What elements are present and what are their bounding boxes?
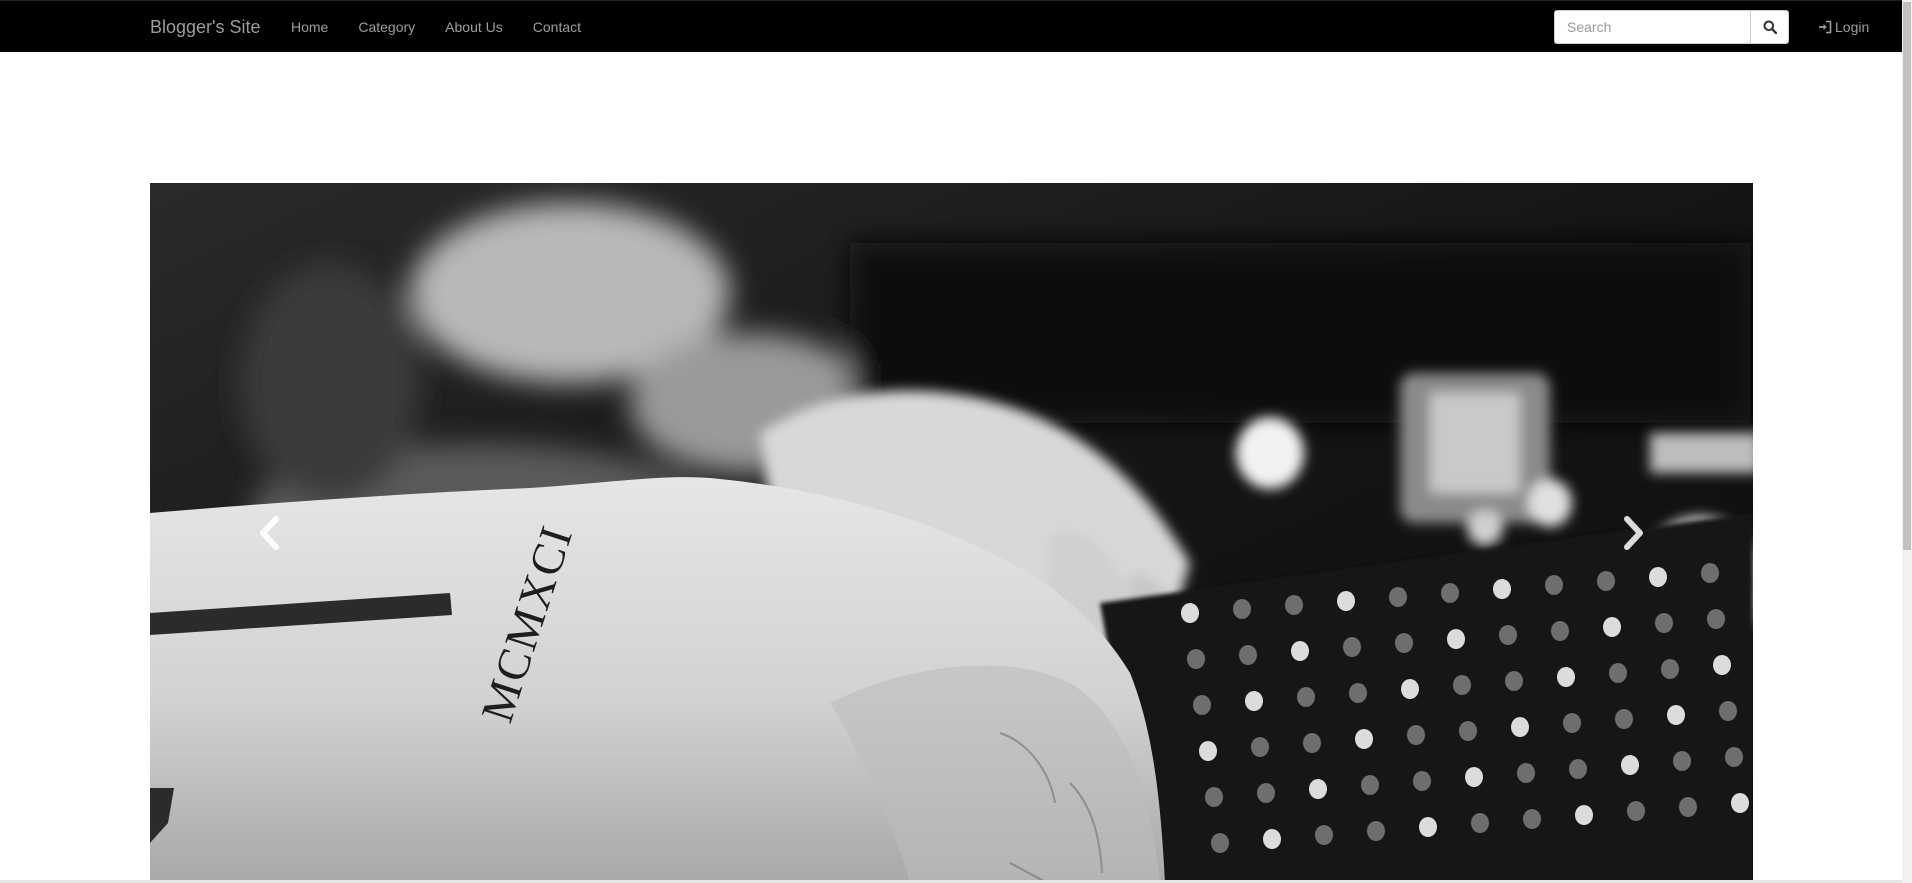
nav-link-contact[interactable]: Contact: [518, 1, 596, 53]
search-button[interactable]: [1750, 10, 1789, 44]
login-link[interactable]: Login: [1818, 1, 1869, 53]
brand-link[interactable]: Blogger's Site: [150, 16, 261, 38]
mixer-knob: [1355, 729, 1373, 749]
nav-link-category[interactable]: Category: [343, 1, 430, 53]
login-label: Login: [1835, 19, 1870, 35]
mixer-knob: [1413, 771, 1431, 791]
nav-link-about-us[interactable]: About Us: [430, 1, 518, 53]
carousel-next-control[interactable]: [1513, 183, 1753, 883]
nav-link-home[interactable]: Home: [276, 1, 343, 53]
nav-links: Home Category About Us Contact: [276, 1, 596, 53]
mixer-knob: [1471, 813, 1489, 833]
mixer-knob: [1465, 767, 1483, 787]
mixer-knob: [1263, 829, 1281, 849]
mixer-knob: [1459, 721, 1477, 741]
search-input[interactable]: [1554, 10, 1750, 44]
mixer-knob: [1245, 691, 1263, 711]
mixer-knob: [1419, 817, 1437, 837]
mixer-knob: [1309, 779, 1327, 799]
mixer-knob: [1303, 733, 1321, 753]
page-scrollbar[interactable]: [1902, 0, 1912, 883]
mixer-knob: [1447, 629, 1465, 649]
mixer-knob: [1257, 783, 1275, 803]
mixer-knob: [1233, 599, 1251, 619]
search-icon: [1763, 20, 1777, 34]
chevron-right-icon: [1624, 516, 1643, 550]
mixer-knob: [1407, 725, 1425, 745]
mixer-knob: [1181, 603, 1199, 623]
mixer-knob: [1251, 737, 1269, 757]
mixer-knob: [1441, 583, 1459, 603]
mixer-knob: [1239, 645, 1257, 665]
login-icon: [1819, 20, 1832, 34]
mixer-knob: [1401, 679, 1419, 699]
mixer-knob: [1361, 775, 1379, 795]
search-form: [1554, 10, 1790, 44]
mixer-knob: [1291, 641, 1309, 661]
mixer-knob: [1199, 741, 1217, 761]
mixer-knob: [1493, 579, 1511, 599]
mixer-knob: [1389, 587, 1407, 607]
scrollbar-thumb[interactable]: [1903, 2, 1911, 550]
mixer-knob: [1337, 591, 1355, 611]
mixer-knob: [1193, 695, 1211, 715]
mixer-knob: [1285, 595, 1303, 615]
mixer-knob: [1395, 633, 1413, 653]
mixer-knob: [1297, 687, 1315, 707]
page: Blogger's Site Home Category About Us Co…: [0, 0, 1912, 883]
mixer-knob: [1315, 825, 1333, 845]
chevron-left-icon: [260, 516, 279, 550]
carousel-prev-control[interactable]: [150, 183, 390, 883]
mixer-knob: [1367, 821, 1385, 841]
hero-carousel: MCMXCI: [150, 183, 1753, 883]
mixer-knob: [1205, 787, 1223, 807]
top-navbar: Blogger's Site Home Category About Us Co…: [0, 0, 1902, 52]
mixer-knob: [1343, 637, 1361, 657]
mixer-knob: [1187, 649, 1205, 669]
mixer-knob: [1453, 675, 1471, 695]
mixer-knob: [1211, 833, 1229, 853]
mixer-knob: [1349, 683, 1367, 703]
